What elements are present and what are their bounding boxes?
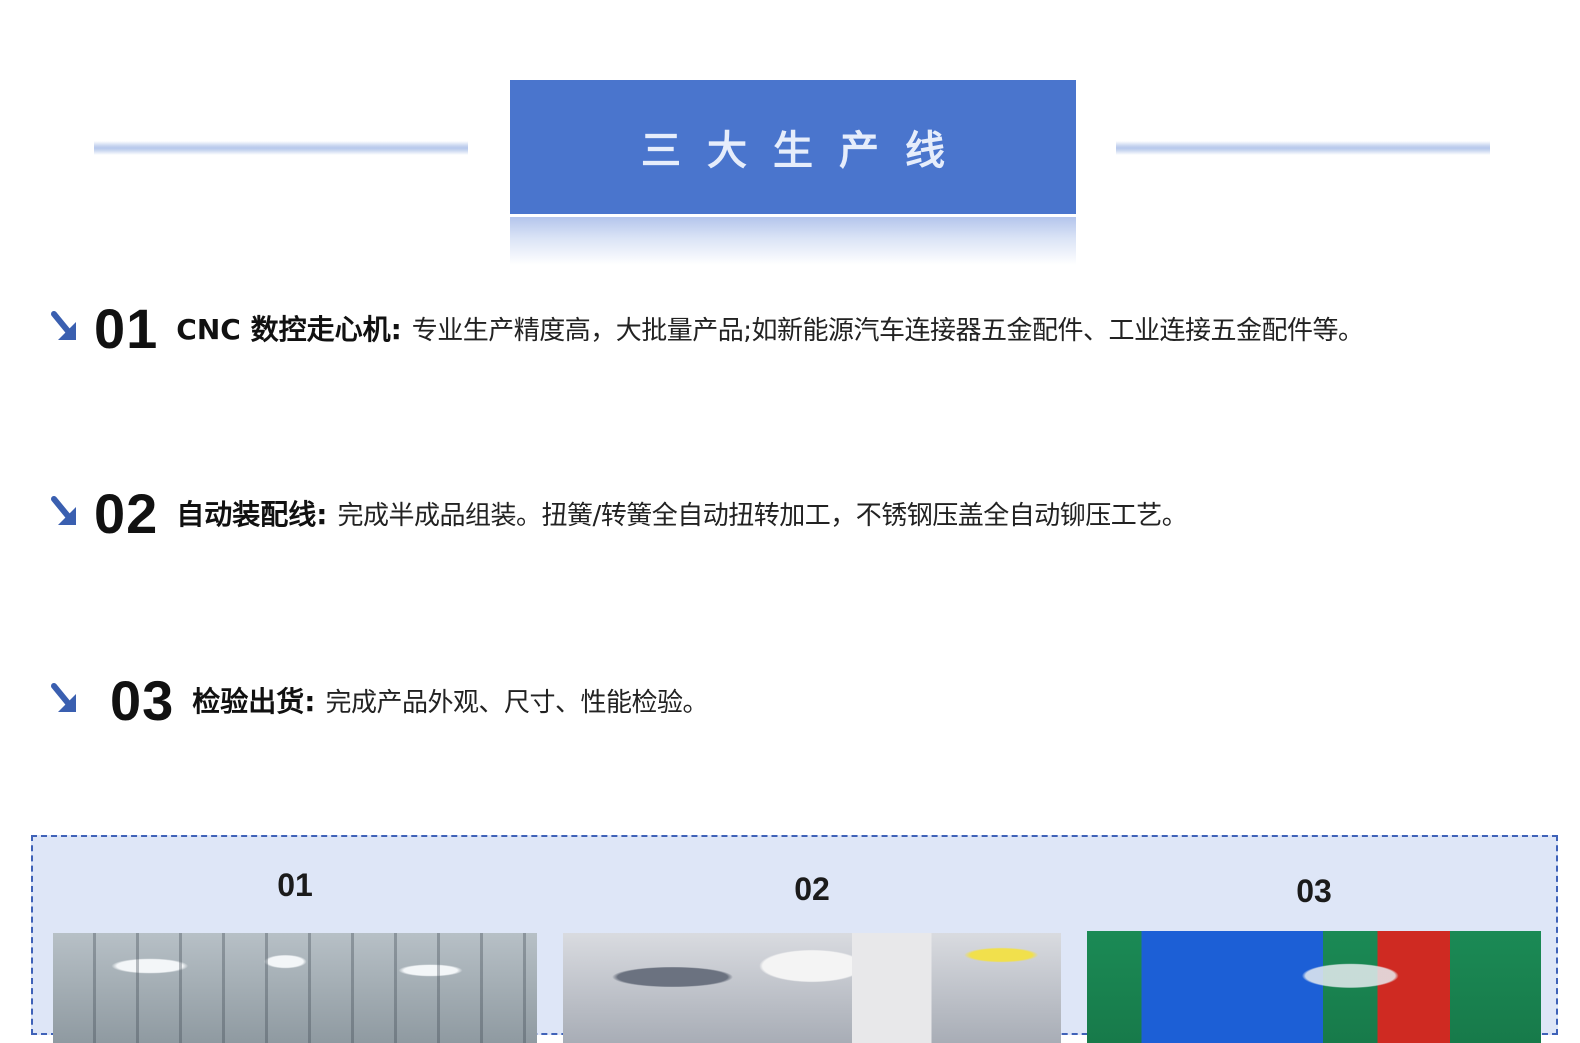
section-title: 三大生产线 (641, 128, 971, 174)
title-decor-line-left (94, 141, 468, 155)
production-line-01: 01 CNC 数控走心机: 专业生产精度高，大批量产品;如新能源汽车连接器五金配… (48, 293, 1568, 363)
section-title-box: 三大生产线 (510, 80, 1076, 214)
production-line-description: 完成产品外观、尺寸、性能检验。 (325, 687, 709, 718)
arrow-down-right-icon (51, 683, 76, 712)
production-line-03: 03 检验出货: 完成产品外观、尺寸、性能检验。 (48, 665, 1568, 735)
title-shadow (510, 217, 1076, 265)
cnc-workshop-photo (53, 933, 537, 1043)
production-line-number: 02 (94, 481, 159, 545)
arrow-down-right-icon (51, 311, 76, 340)
title-decor-line-right (1116, 141, 1490, 155)
production-line-number: 01 (94, 296, 159, 360)
arrow-down-right-icon (51, 496, 76, 525)
production-line-description: 完成半成品组装。扭簧/转簧全自动扭转加工，不锈钢压盖全自动铆压工艺。 (337, 500, 1188, 531)
inspection-shipping-photo (1087, 931, 1541, 1043)
assembly-line-photo (563, 933, 1061, 1043)
production-line-label: CNC 数控走心机: (176, 313, 402, 346)
production-line-02: 02 自动装配线: 完成半成品组装。扭簧/转簧全自动扭转加工，不锈钢压盖全自动铆… (48, 478, 1568, 548)
production-line-label: 自动装配线: (176, 498, 328, 531)
production-line-number: 03 (110, 668, 175, 732)
gallery-item-label: 02 (794, 871, 830, 907)
production-line-label: 检验出货: (192, 685, 316, 718)
production-line-description: 专业生产精度高，大批量产品;如新能源汽车连接器五金配件、工业连接五金配件等。 (411, 315, 1364, 346)
production-photo-gallery: 01 02 03 (31, 835, 1558, 1043)
gallery-item-label: 01 (277, 867, 313, 903)
gallery-item-label: 03 (1296, 873, 1332, 909)
